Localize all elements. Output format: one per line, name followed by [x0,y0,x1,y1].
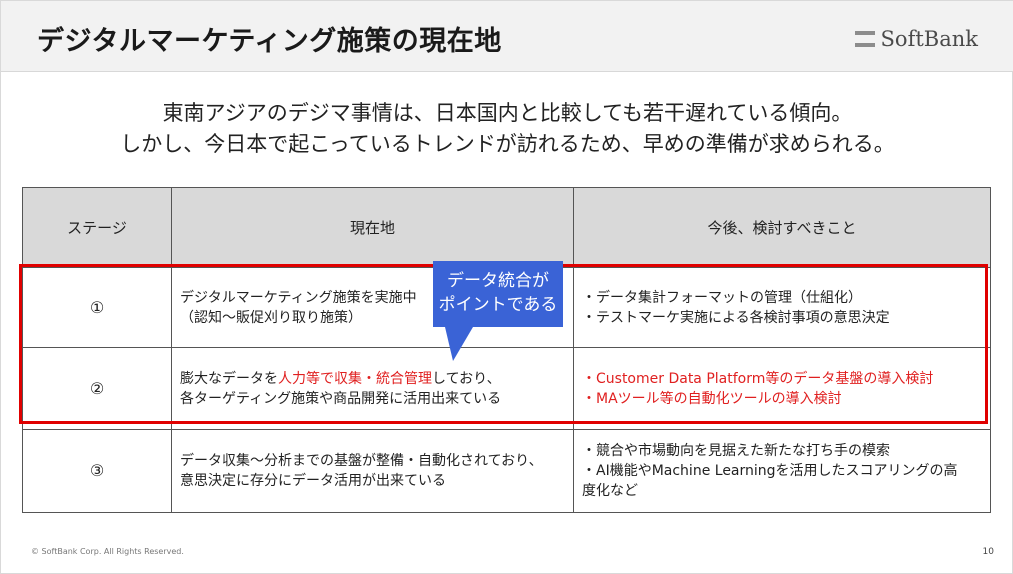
logo-text: SoftBank [880,27,978,51]
stage-cell: ③ [22,429,172,513]
callout-pointer-icon [445,327,473,361]
next-line: 度化など [582,483,638,499]
next-cell: ・競合や市場動向を見据えた新たな打ち手の模索 ・AI機能やMachine Lea… [573,429,991,513]
lead-line-2: しかし、今日本で起こっているトレンドが訪れるため、早めの準備が求められる。 [120,132,895,156]
callout-line-2: ポイントである [438,295,558,315]
callout-line-1: データ統合が [447,271,549,291]
copyright: © SoftBank Corp. All Rights Reserved. [31,547,184,556]
slide: デジタルマーケティング施策の現在地 SoftBank 東南アジアのデジマ事情は、… [0,0,1013,574]
softbank-logo: SoftBank [854,27,978,51]
current-line: 意思決定に存分にデータ活用が出来ている [180,473,446,489]
header-current: 現在地 [171,187,574,268]
next-line: ・競合や市場動向を見据えた新たな打ち手の模索 [582,443,890,459]
header-next: 今後、検討すべきこと [573,187,991,268]
page-number: 10 [982,547,994,557]
slide-title: デジタルマーケティング施策の現在地 [37,26,502,57]
table-header-row: ステージ 現在地 今後、検討すべきこと [22,187,991,268]
table-row: ③ データ収集～分析までの基盤が整備・自動化されており、 意思決定に存分にデータ… [22,429,991,513]
lead-line-1: 東南アジアのデジマ事情は、日本国内と比較しても若干遅れている傾向。 [162,101,853,125]
current-cell: データ収集～分析までの基盤が整備・自動化されており、 意思決定に存分にデータ活用… [171,429,574,513]
header-stage: ステージ [22,187,172,268]
callout-box: データ統合が ポイントである [433,261,563,327]
current-line: データ収集～分析までの基盤が整備・自動化されており、 [180,453,543,469]
slide-header: デジタルマーケティング施策の現在地 SoftBank [1,1,1013,72]
next-line: ・AI機能やMachine Learningを活用したスコアリングの高 [582,463,958,479]
logo-bars-icon [854,31,875,47]
